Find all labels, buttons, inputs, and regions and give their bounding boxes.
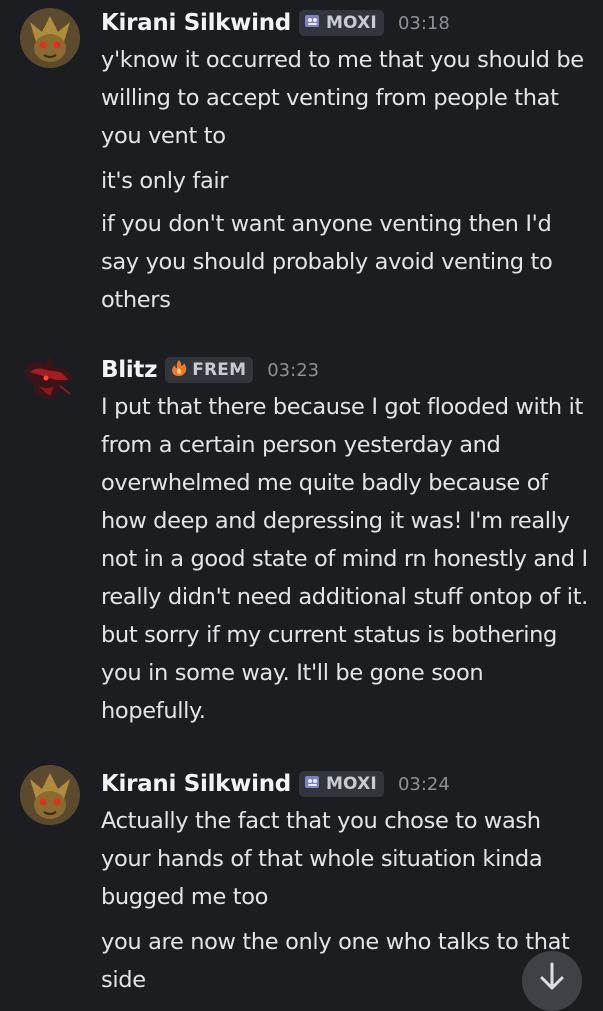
message-text: Actually the fact that you chose to wash… [101,808,543,910]
avatar[interactable] [20,350,80,410]
timestamp: 03:24 [397,773,450,795]
message-text: if you don't want anyone venting then I'… [101,211,553,313]
message-text: you are now the only one who talks to th… [101,929,570,993]
avatar[interactable] [20,8,80,68]
message-header: Kirani Silkwind MOXI 03:18 [101,5,450,41]
timestamp: 03:23 [267,359,320,381]
paw-badge-icon [304,12,322,34]
timestamp: 03:18 [397,12,450,34]
username[interactable]: Blitz [101,357,157,383]
username[interactable]: Kirani Silkwind [101,10,291,36]
server-tag[interactable]: MOXI [298,10,384,36]
username[interactable]: Kirani Silkwind [101,771,291,797]
message-text: it's only fair [101,168,229,194]
flame-badge-icon [170,359,188,381]
paw-badge-icon [304,773,322,795]
server-tag-label: FREM [192,360,247,380]
server-tag[interactable]: MOXI [298,771,384,797]
message-header: Kirani Silkwind MOXI 03:24 [101,766,450,802]
server-tag-label: MOXI [325,13,377,33]
avatar[interactable] [20,765,80,825]
scroll-to-bottom-button[interactable] [522,951,582,1011]
server-tag[interactable]: FREM [165,357,254,383]
message-text: I put that there because I got flooded w… [101,394,588,724]
arrow-down-icon [537,961,567,997]
server-tag-label: MOXI [325,774,377,794]
message-header: Blitz FREM 03:23 [101,352,319,388]
message-text: y'know it occurred to me that you should… [101,47,584,149]
